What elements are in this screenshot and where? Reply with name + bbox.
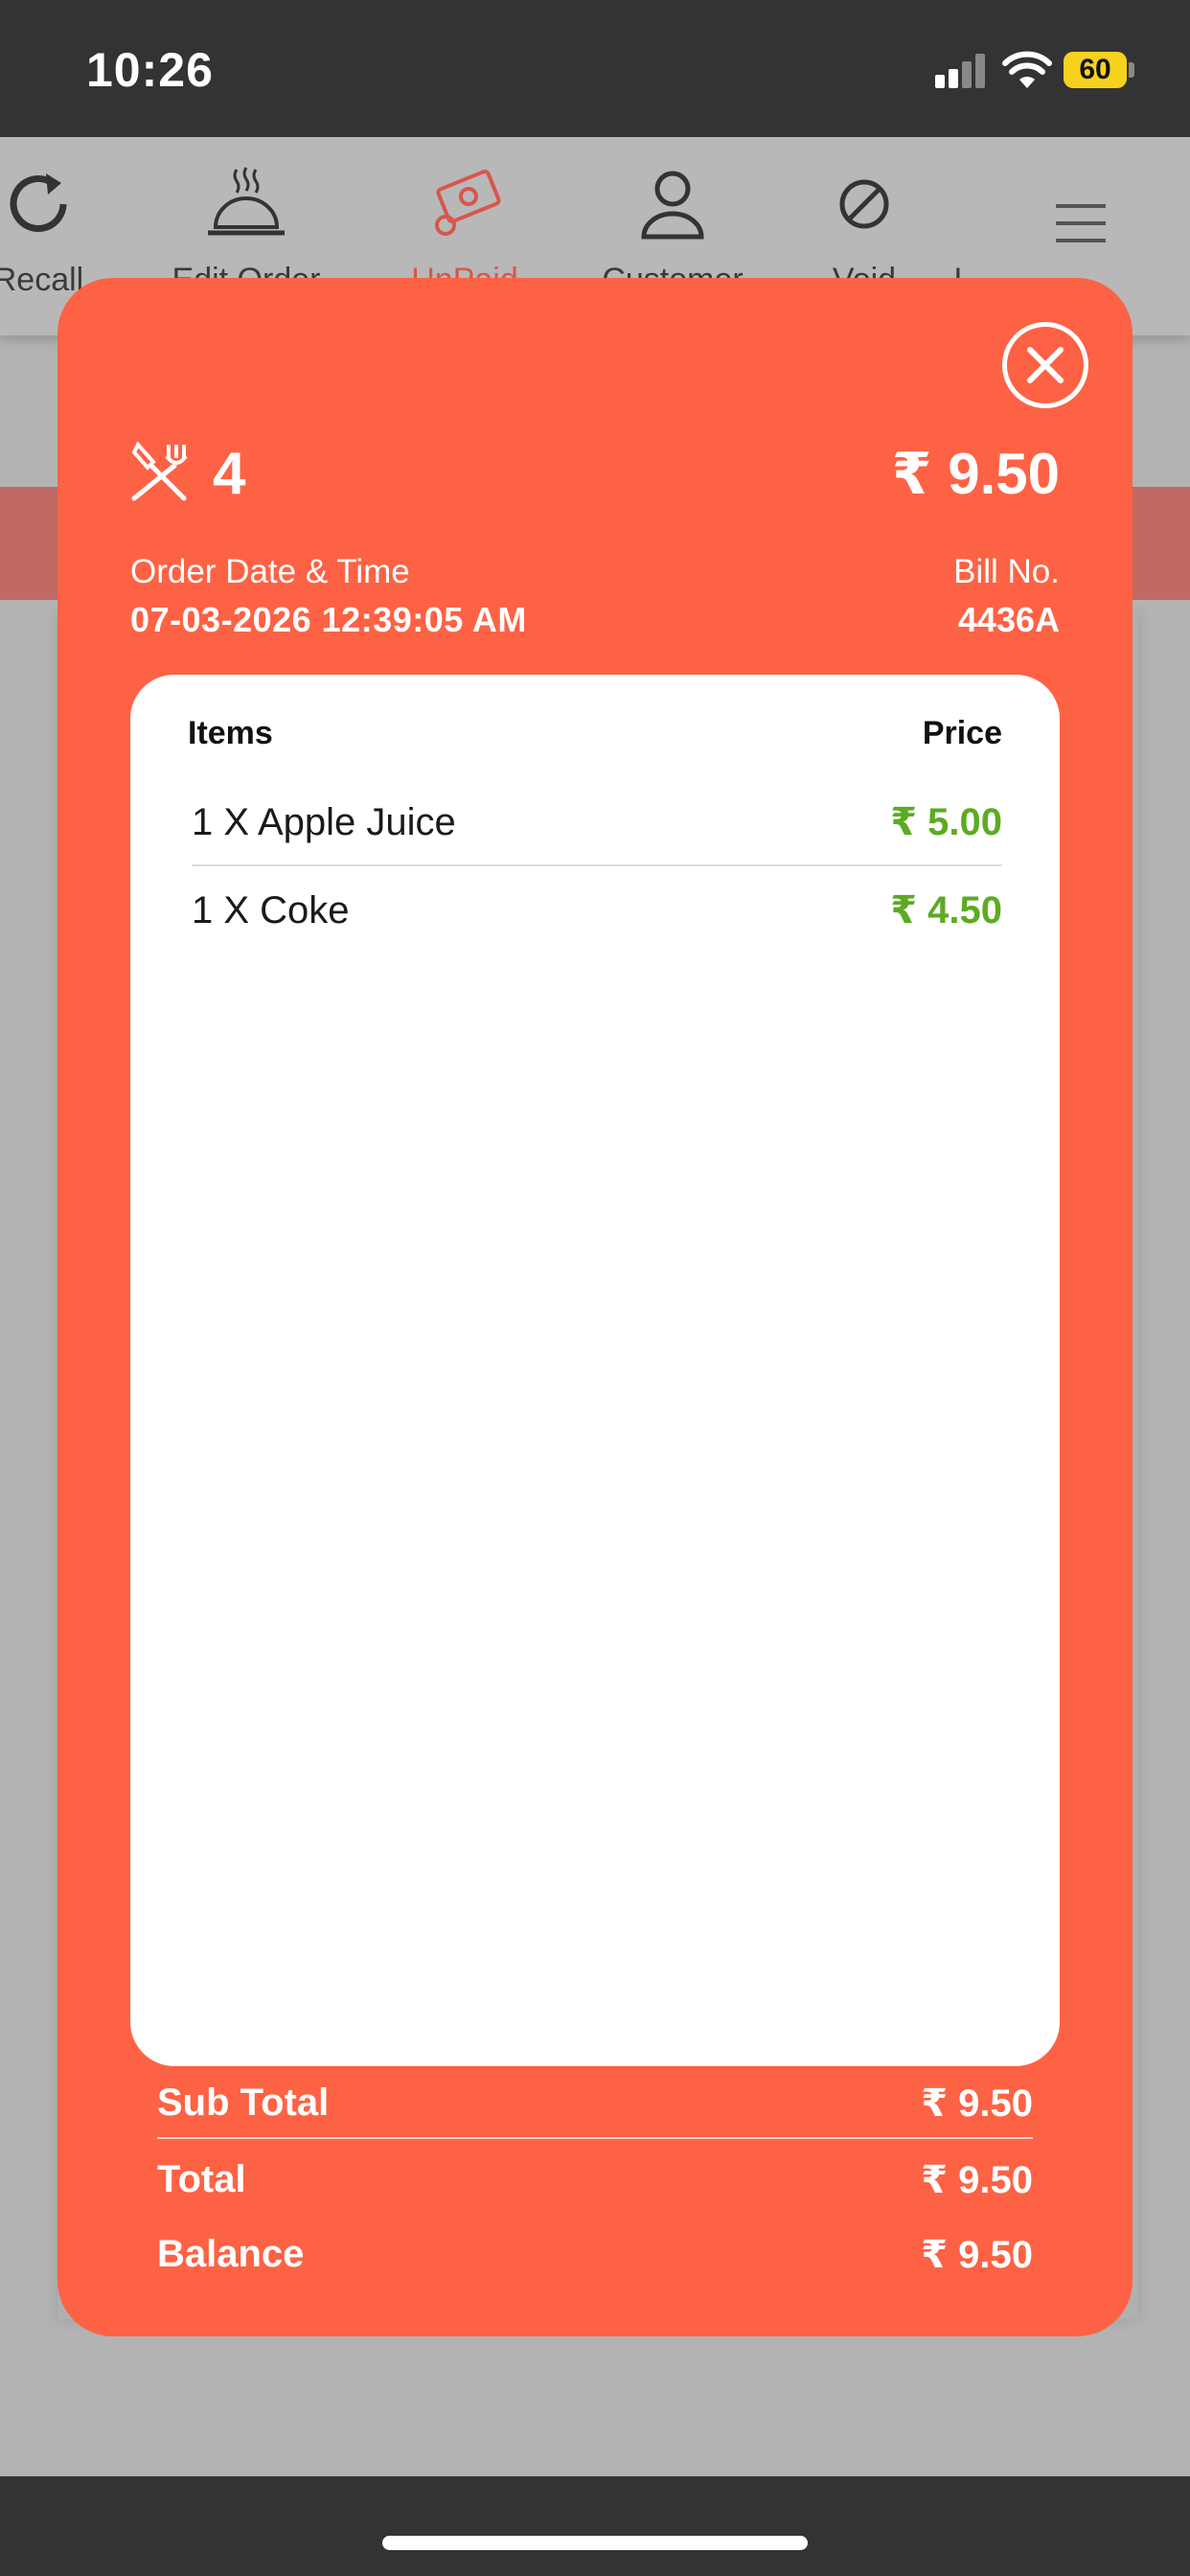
refresh-icon bbox=[10, 173, 67, 232]
total-label: Total bbox=[157, 2158, 246, 2200]
cloche-icon bbox=[208, 167, 285, 236]
order-detail-modal: 4 ₹ 9.50 Order Date & Time 07-03-2026 12… bbox=[57, 278, 1133, 2336]
price-column-header: Price bbox=[922, 715, 1002, 751]
list-item: 1 X Apple Juice ₹ 5.00 bbox=[192, 780, 1002, 866]
sub-total-value: ₹ 9.50 bbox=[921, 2082, 1033, 2125]
wifi-icon bbox=[1002, 51, 1052, 88]
battery-icon: 60 bbox=[1064, 52, 1127, 88]
void-icon bbox=[839, 179, 889, 229]
items-column-header: Items bbox=[188, 715, 273, 751]
order-date-value: 07-03-2026 12:39:05 AM bbox=[130, 600, 527, 639]
status-icons: 60 bbox=[935, 50, 1146, 92]
battery-tip bbox=[1129, 62, 1134, 78]
items-card: Items Price 1 X Apple Juice ₹ 5.00 1 X C… bbox=[130, 675, 1060, 2066]
total-value: ₹ 9.50 bbox=[921, 2159, 1033, 2201]
cellular-signal-icon bbox=[935, 50, 991, 92]
order-date-label: Order Date & Time bbox=[130, 553, 410, 590]
bill-number-label: Bill No. bbox=[953, 553, 1060, 590]
total-row: Total ₹ 9.50 bbox=[157, 2149, 1033, 2216]
table-number: 4 bbox=[213, 441, 246, 507]
item-name: 1 X Apple Juice bbox=[192, 801, 456, 843]
item-price: ₹ 4.50 bbox=[890, 889, 1002, 932]
status-bar: 10:26 60 bbox=[0, 0, 1190, 137]
cash-icon bbox=[435, 170, 501, 236]
utensils-icon bbox=[131, 441, 188, 501]
person-icon bbox=[641, 171, 704, 240]
home-bar bbox=[0, 2476, 1190, 2576]
close-button[interactable] bbox=[1002, 322, 1088, 408]
item-name: 1 X Coke bbox=[192, 889, 350, 932]
bill-number-value: 4436A bbox=[957, 600, 1060, 639]
sub-total-label: Sub Total bbox=[157, 2082, 330, 2124]
balance-label: Balance bbox=[157, 2233, 305, 2275]
item-price: ₹ 5.00 bbox=[890, 801, 1002, 843]
hamburger-icon[interactable] bbox=[1054, 202, 1108, 244]
balance-row: Balance ₹ 9.50 bbox=[157, 2223, 1033, 2290]
balance-value: ₹ 9.50 bbox=[921, 2234, 1033, 2276]
list-item: 1 X Coke ₹ 4.50 bbox=[192, 868, 1002, 954]
sub-total-row: Sub Total ₹ 9.50 bbox=[157, 2072, 1033, 2139]
items-header: Items Price bbox=[188, 715, 1002, 757]
close-icon bbox=[1027, 347, 1064, 383]
home-indicator[interactable] bbox=[382, 2536, 808, 2550]
grand-total: ₹ 9.50 bbox=[891, 442, 1060, 506]
status-time: 10:26 bbox=[86, 43, 214, 97]
